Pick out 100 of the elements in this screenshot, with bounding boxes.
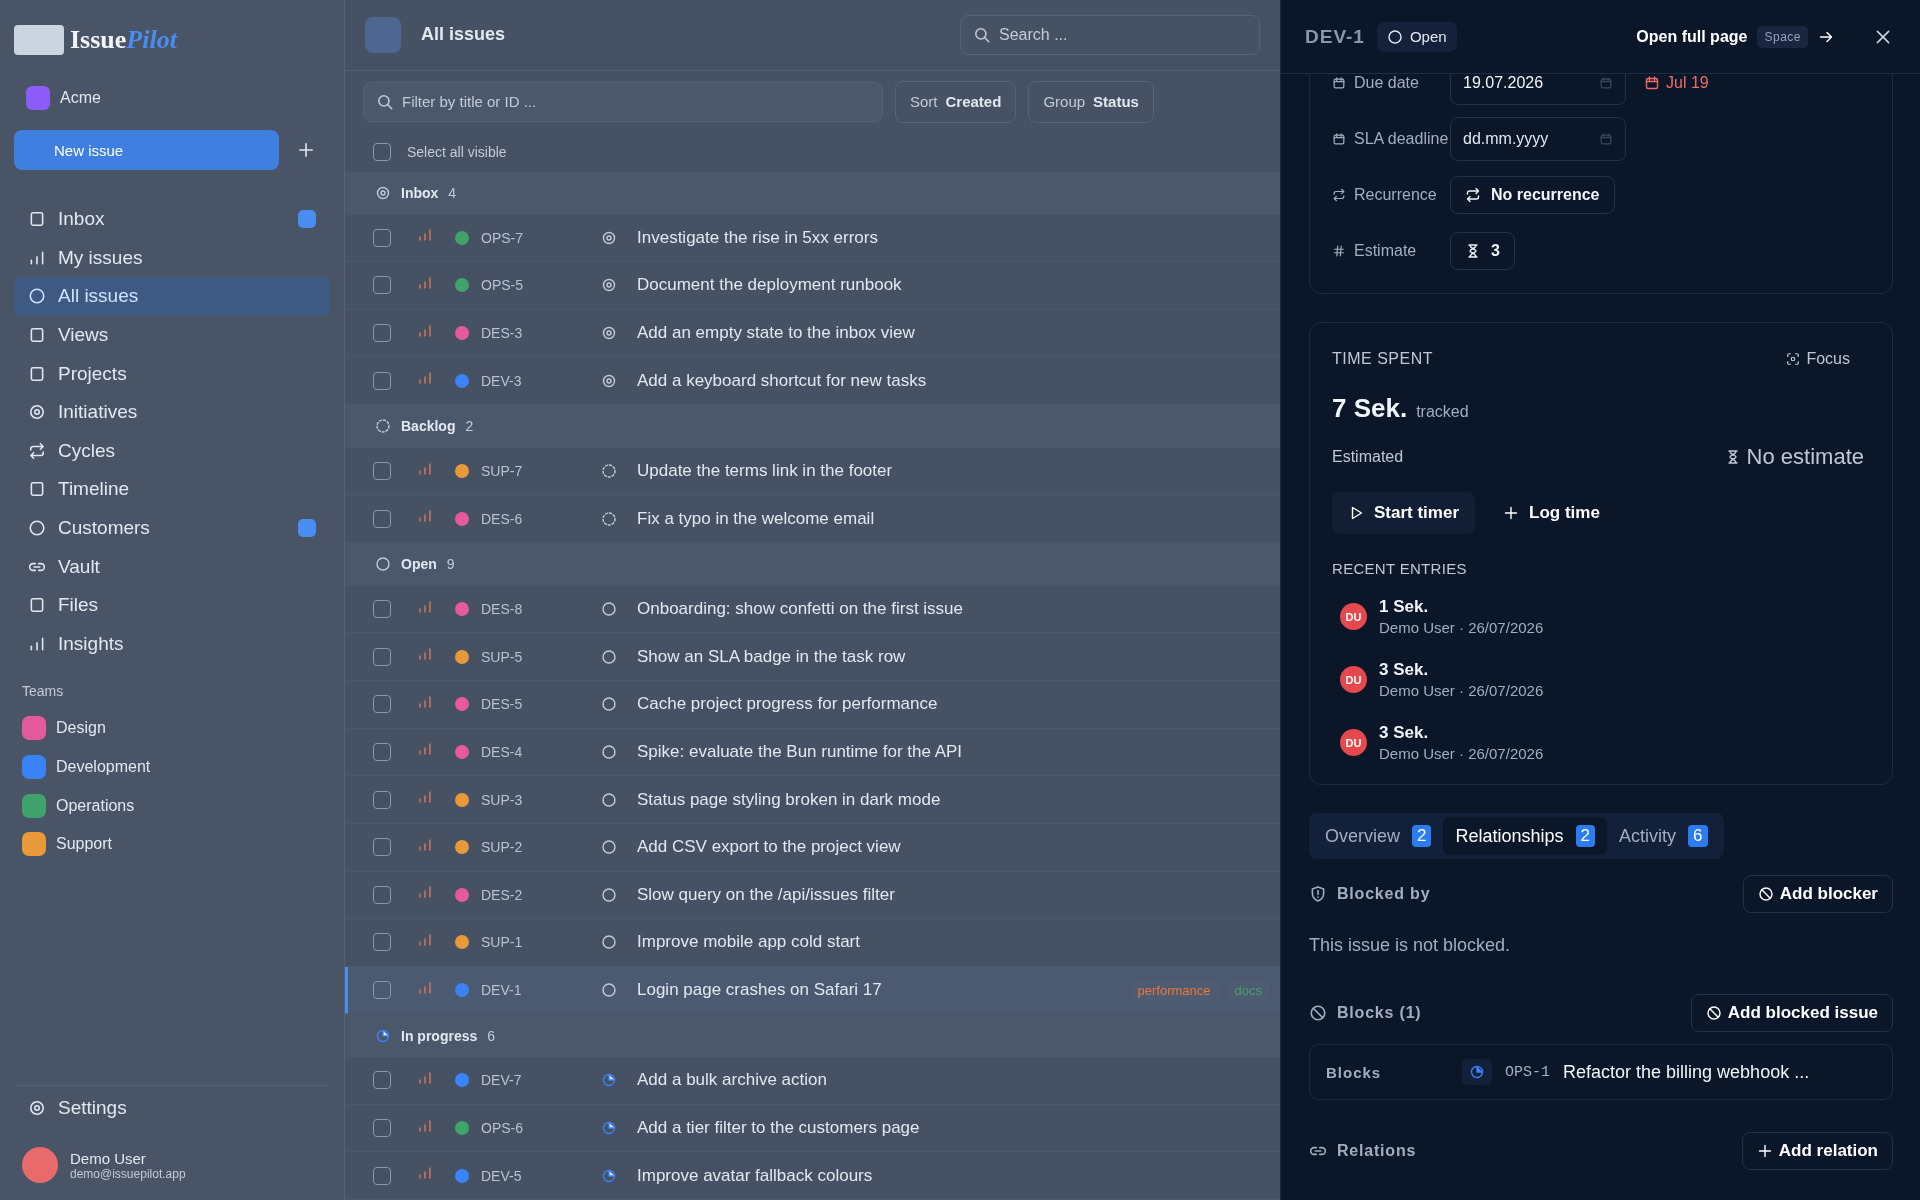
- issue-row[interactable]: DES-3 Add an empty state to the inbox view: [345, 309, 1280, 358]
- status-badge[interactable]: Open: [1376, 21, 1457, 52]
- group-button[interactable]: Group Status: [1028, 80, 1154, 123]
- issue-id: SUP-2: [481, 839, 524, 856]
- issue-row[interactable]: DES-4 Spike: evaluate the Bun runtime for the API: [345, 728, 1280, 777]
- nav-item[interactable]: Inbox: [14, 200, 330, 239]
- issue-row[interactable]: SUP-3 Status page styling broken in dark mode: [345, 776, 1280, 824]
- nav-item[interactable]: Cycles: [14, 431, 330, 471]
- team-item[interactable]: Support: [14, 824, 330, 864]
- nav-item[interactable]: Vault: [14, 547, 330, 586]
- checkbox[interactable]: [373, 228, 391, 247]
- checkbox[interactable]: [373, 647, 391, 666]
- ban-icon: [1757, 886, 1774, 902]
- checkbox[interactable]: [373, 790, 391, 809]
- repeat-icon: [1465, 187, 1481, 203]
- relation-row[interactable]: Blocks OPS-1 Refactor the billing webhook ...: [1309, 1044, 1893, 1100]
- tab[interactable]: Overview 2: [1313, 817, 1444, 855]
- group-header[interactable]: Inbox 4: [345, 171, 1280, 215]
- issue-id: OPS-6: [481, 1120, 524, 1137]
- issue-row[interactable]: SUP-2 Add CSV export to the project view: [345, 823, 1280, 872]
- issue-title: Show an SLA badge in the task row: [637, 646, 906, 667]
- teams-heading: Teams: [21, 682, 65, 702]
- brand-name: IssuePilot: [70, 25, 177, 55]
- focus-button[interactable]: Focus: [1780, 349, 1856, 369]
- team-item[interactable]: Development: [14, 747, 330, 787]
- team-item[interactable]: Operations: [14, 786, 330, 825]
- add-blocked-issue-button[interactable]: Add blocked issue: [1690, 994, 1893, 1032]
- add-relation-button[interactable]: Add relation: [1741, 1132, 1893, 1170]
- issue-row[interactable]: SUP-7 Update the terms link in the footer: [345, 447, 1280, 496]
- status-icon: [601, 325, 617, 342]
- circle-icon: [1386, 28, 1403, 45]
- issue-id: DES-4: [481, 743, 524, 760]
- issue-title: Status page styling broken in dark mode: [637, 789, 941, 810]
- nav-item[interactable]: Views: [14, 315, 330, 355]
- log-time-button[interactable]: Log time: [1487, 492, 1616, 534]
- group-header[interactable]: Backlog 2: [345, 405, 1280, 448]
- date-field[interactable]: 19.07.2026: [1450, 74, 1626, 105]
- issue-id: SUP-5: [481, 648, 524, 665]
- workspace-name[interactable]: Acme: [60, 89, 101, 107]
- group-header[interactable]: Open 9: [345, 543, 1280, 586]
- checkbox[interactable]: [373, 1166, 391, 1185]
- checkbox[interactable]: [373, 742, 391, 761]
- focus-icon: [1786, 352, 1801, 366]
- priority-icon: [417, 1117, 433, 1134]
- sort-button[interactable]: Sort Created: [895, 80, 1017, 123]
- issue-row[interactable]: OPS-5 Document the deployment runbook: [345, 262, 1280, 310]
- issue-row[interactable]: DEV-1 Login page crashes on Safari 17 performance docs: [345, 966, 1280, 1015]
- issue-row[interactable]: SUP-1 Improve mobile app cold start: [345, 919, 1280, 967]
- tab[interactable]: Activity 6: [1607, 817, 1720, 855]
- issue-row[interactable]: DEV-5 Improve avatar fallback colours: [345, 1152, 1280, 1200]
- checkbox[interactable]: [373, 981, 391, 1000]
- tab[interactable]: Relationships 2: [1443, 817, 1607, 855]
- new-issue-button[interactable]: New issue: [14, 130, 279, 170]
- checkbox[interactable]: [373, 838, 391, 857]
- team-item[interactable]: Design: [14, 709, 330, 748]
- issue-id: OPS-5: [481, 277, 524, 294]
- open-full-page-button[interactable]: Open full page Space: [1630, 24, 1840, 49]
- property-button[interactable]: 3: [1450, 232, 1515, 270]
- issue-title: Onboarding: show confetti on the first issue: [637, 599, 963, 620]
- add-blocker-button[interactable]: Add blocker: [1742, 875, 1893, 913]
- nav-item[interactable]: Timeline: [14, 470, 330, 509]
- issue-row[interactable]: OPS-7 Investigate the rise in 5xx errors: [345, 214, 1280, 263]
- checkbox[interactable]: [373, 462, 391, 481]
- checkbox[interactable]: [373, 276, 391, 295]
- nav-item[interactable]: Insights: [14, 624, 330, 664]
- checkbox[interactable]: [373, 324, 391, 343]
- issue-id: SUP-3: [481, 791, 524, 808]
- filter-field[interactable]: Filter by title or ID ...: [363, 81, 883, 122]
- checkbox[interactable]: [373, 600, 391, 619]
- issue-row[interactable]: DES-8 Onboarding: show confetti on the first issue: [345, 585, 1280, 634]
- checkbox[interactable]: [373, 509, 391, 528]
- issue-row[interactable]: OPS-6 Add a tier filter to the customers page: [345, 1104, 1280, 1153]
- section-title: Blocked by: [1337, 885, 1431, 903]
- settings-item[interactable]: Settings: [14, 1085, 330, 1130]
- issue-row[interactable]: SUP-5 Show an SLA badge in the task row: [345, 633, 1280, 681]
- search-field[interactable]: Search ...: [960, 14, 1260, 55]
- nav-item[interactable]: My issues: [14, 238, 330, 278]
- property-label: Recurrence: [1354, 184, 1437, 205]
- checkbox[interactable]: [373, 1071, 391, 1090]
- checkbox[interactable]: [373, 885, 391, 904]
- status-icon: [601, 372, 617, 389]
- checkbox[interactable]: [373, 1119, 391, 1138]
- date-field[interactable]: dd.mm.yyyy: [1450, 117, 1626, 161]
- checkbox[interactable]: [373, 933, 391, 952]
- checkbox[interactable]: [373, 143, 391, 162]
- group-header[interactable]: In progress 6: [345, 1014, 1280, 1058]
- issue-row[interactable]: DES-5 Cache project progress for performance: [345, 681, 1280, 729]
- nav-item[interactable]: Projects: [14, 354, 330, 393]
- checkbox[interactable]: [373, 695, 391, 714]
- nav-item[interactable]: Files: [14, 585, 330, 625]
- priority-icon: [417, 370, 433, 387]
- issue-row[interactable]: DEV-7 Add a bulk archive action: [345, 1057, 1280, 1105]
- nav-item[interactable]: Customers: [14, 508, 330, 548]
- checkbox[interactable]: [373, 371, 391, 390]
- nav-item[interactable]: All issues: [14, 277, 330, 316]
- property-button[interactable]: No recurrence: [1450, 176, 1615, 214]
- start-timer-button[interactable]: Start timer: [1332, 492, 1476, 534]
- nav-item[interactable]: Initiatives: [14, 392, 330, 432]
- issue-row[interactable]: DES-2 Slow query on the /api/issues filter: [345, 871, 1280, 920]
- priority-icon: [417, 646, 433, 663]
